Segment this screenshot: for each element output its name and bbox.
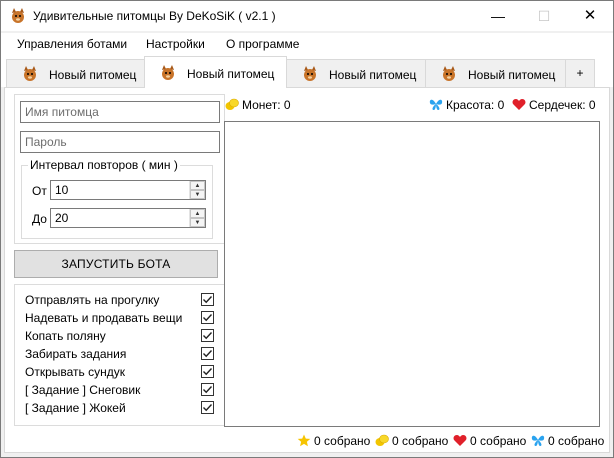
password-field[interactable] [20, 131, 220, 153]
option-label: Отправлять на прогулку [25, 293, 160, 307]
butterfly-icon [429, 99, 443, 110]
pet-name-field[interactable] [20, 101, 220, 123]
spin-up-arrow-icon[interactable]: ▲ [190, 181, 205, 190]
spin-up-arrow-icon[interactable]: ▲ [190, 209, 205, 218]
tab-label: Новый питомец [329, 68, 417, 82]
stars-collected: 0 собрано [297, 434, 370, 448]
option-equip-sell[interactable]: Надевать и продавать вещи [25, 309, 220, 327]
pet-name-input[interactable] [21, 102, 219, 122]
option-label: [ Задание ] Жокей [25, 401, 126, 415]
maximize-button[interactable]: ☐ [521, 1, 567, 31]
option-task-jockey[interactable]: [ Задание ] Жокей [25, 399, 220, 417]
butterflies-collected-text: 0 собрано [548, 434, 605, 448]
option-label: Надевать и продавать вещи [25, 311, 183, 325]
coins-collected: 0 собрано [375, 434, 448, 448]
from-spin: ▲ ▼ [189, 181, 205, 199]
coins-icon [225, 98, 239, 110]
butterfly-icon [531, 435, 545, 446]
tab-strip: Новый питомец Новый питомец Новый питоме… [1, 55, 613, 88]
tab-pet-1[interactable]: Новый питомец [6, 59, 145, 87]
star-icon [297, 434, 311, 447]
spin-down-arrow-icon[interactable]: ▼ [190, 218, 205, 227]
checkbox-checked-icon[interactable] [201, 347, 214, 360]
option-label: [ Задание ] Снеговик [25, 383, 141, 397]
to-stepper[interactable]: 20 ▲ ▼ [50, 208, 206, 228]
pet-icon [24, 66, 36, 81]
close-button[interactable]: ✕ [567, 1, 613, 31]
app-window: Удивительные питомцы By DeKoSiK ( v2.1 )… [0, 0, 614, 458]
hearts-collected: 0 собрано [453, 434, 526, 448]
coins-stat: Монет: 0 [225, 98, 291, 112]
tab-label: Новый питомец [49, 68, 137, 82]
heart-icon [453, 435, 467, 446]
coins-collected-text: 0 собрано [392, 434, 449, 448]
from-value: 10 [55, 183, 69, 197]
beauty-stat: Красота: 0 [429, 98, 504, 112]
interval-group: Интервал повторов ( мин ) От 10 ▲ ▼ До 2… [21, 158, 213, 239]
minimize-button[interactable]: — [475, 1, 521, 31]
butterflies-collected: 0 собрано [531, 434, 604, 448]
hearts-collected-text: 0 собрано [470, 434, 527, 448]
pet-icon [304, 66, 316, 81]
from-stepper[interactable]: 10 ▲ ▼ [50, 180, 206, 200]
beauty-text: Красота: 0 [446, 98, 505, 112]
stars-text: 0 собрано [314, 434, 371, 448]
tab-label: Новый питомец [468, 68, 556, 82]
option-dig-field[interactable]: Копать поляну [25, 327, 220, 345]
add-tab-button[interactable]: + [565, 59, 595, 87]
spin-down-arrow-icon[interactable]: ▼ [190, 190, 205, 199]
interval-title: Интервал повторов ( мин ) [28, 158, 180, 172]
option-label: Копать поляну [25, 329, 106, 343]
menu-bar: Управления ботами Настройки О программе [1, 33, 613, 55]
coins-icon [375, 434, 389, 446]
tab-content: Интервал повторов ( мин ) От 10 ▲ ▼ До 2… [4, 87, 610, 453]
option-collect-tasks[interactable]: Забирать задания [25, 345, 220, 363]
hearts-text: Сердечек: 0 [529, 98, 596, 112]
option-open-chest[interactable]: Открывать сундук [25, 363, 220, 381]
coins-text: Монет: 0 [242, 98, 291, 112]
log-box[interactable] [224, 121, 600, 427]
option-label: Забирать задания [25, 347, 127, 361]
from-label: От [32, 184, 47, 198]
tab-pet-4[interactable]: Новый питомец [425, 59, 566, 87]
start-bot-button[interactable]: ЗАПУСТИТЬ БОТА [14, 250, 218, 278]
login-panel: Интервал повторов ( мин ) От 10 ▲ ▼ До 2… [14, 94, 225, 244]
checkbox-checked-icon[interactable] [201, 401, 214, 414]
checkbox-checked-icon[interactable] [201, 311, 214, 324]
option-task-snowman[interactable]: [ Задание ] Снеговик [25, 381, 220, 399]
window-title: Удивительные питомцы By DeKoSiK ( v2.1 ) [33, 9, 276, 23]
menu-bot-management[interactable]: Управления ботами [17, 37, 127, 51]
to-value: 20 [55, 211, 69, 225]
options-panel: Отправлять на прогулку Надевать и продав… [14, 284, 225, 426]
option-label: Открывать сундук [25, 365, 125, 379]
tab-pet-2[interactable]: Новый питомец [144, 56, 287, 88]
to-spin: ▲ ▼ [189, 209, 205, 227]
tab-label: Новый питомец [187, 67, 275, 81]
hearts-stat: Сердечек: 0 [512, 98, 596, 112]
checkbox-checked-icon[interactable] [201, 365, 214, 378]
pet-icon [162, 65, 174, 80]
password-input[interactable] [21, 132, 219, 152]
checkbox-checked-icon[interactable] [201, 293, 214, 306]
pet-icon [443, 66, 455, 81]
checkbox-checked-icon[interactable] [201, 329, 214, 342]
checkbox-checked-icon[interactable] [201, 383, 214, 396]
menu-settings[interactable]: Настройки [146, 37, 205, 51]
tab-pet-3[interactable]: Новый питомец [286, 59, 426, 87]
to-label: До [32, 212, 47, 226]
heart-icon [512, 99, 526, 110]
title-bar: Удивительные питомцы By DeKoSiK ( v2.1 )… [1, 1, 613, 31]
pet-app-icon [12, 8, 24, 23]
menu-about[interactable]: О программе [226, 37, 299, 51]
option-walk[interactable]: Отправлять на прогулку [25, 291, 220, 309]
